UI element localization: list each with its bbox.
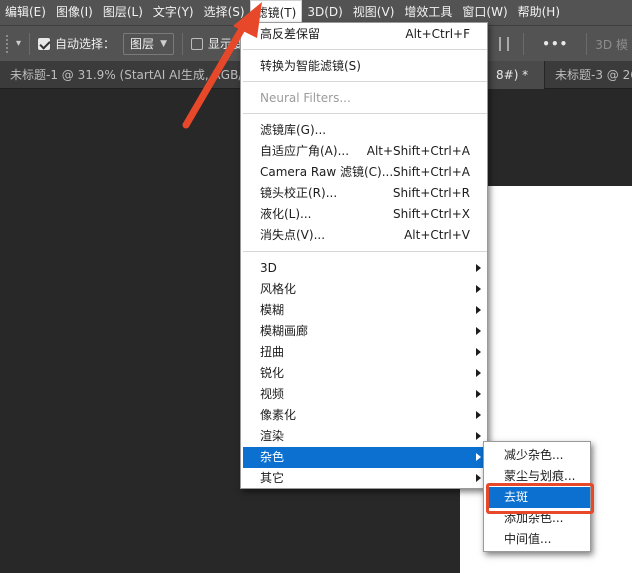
divider xyxy=(181,32,183,55)
menu-item-label: 高反差保留 xyxy=(260,27,321,41)
document-tab-1[interactable]: 未标题-1 @ 31.9% (StartAI AI生成, RGB/8#) xyxy=(0,61,250,89)
menu-item-shortcut: Shift+Ctrl+R xyxy=(392,186,470,200)
menu-item-liquify[interactable]: 液化(L)... Shift+Ctrl+X xyxy=(243,204,487,225)
document-tab-2[interactable]: 8#) * xyxy=(486,61,544,89)
document-tab-title: 未标题-1 @ 31.9% (StartAI AI生成, RGB/8#) xyxy=(10,68,250,82)
chevron-down-icon: ▼ xyxy=(160,38,167,49)
menu-item-label: 视频 xyxy=(260,387,285,401)
menu-item-filter-gallery[interactable]: 滤镜库(G)... xyxy=(243,120,487,141)
menu-item-label: 模糊 xyxy=(260,303,285,317)
submenu-item-median[interactable]: 中间值... xyxy=(486,529,590,550)
chevron-down-icon[interactable]: ▾ xyxy=(16,38,21,49)
menu-item-label: 其它 xyxy=(260,471,285,485)
menu-item-shortcut: Alt+Ctrl+V xyxy=(404,228,470,242)
menu-item-distort[interactable]: 扭曲 xyxy=(243,342,487,363)
menu-divider xyxy=(243,251,487,252)
menu-item-blur[interactable]: 模糊 xyxy=(243,300,487,321)
menu-item-vanishing-point[interactable]: 消失点(V)... Alt+Ctrl+V xyxy=(243,225,487,246)
menu-image[interactable]: 图像(I) xyxy=(51,0,98,25)
toolbar-grip[interactable] xyxy=(6,34,14,53)
menu-item-shortcut: Shift+Ctrl+A xyxy=(393,165,470,179)
menu-item-sharpen[interactable]: 锐化 xyxy=(243,363,487,384)
submenu-item-label: 减少杂色... xyxy=(504,448,564,462)
auto-select-label: 自动选择： xyxy=(55,37,116,51)
submenu-arrow-icon xyxy=(476,264,481,272)
menu-divider xyxy=(243,81,487,82)
menu-item-shortcut: Shift+Ctrl+X xyxy=(393,207,470,221)
menu-item-stylize[interactable]: 风格化 xyxy=(243,279,487,300)
menu-type[interactable]: 文字(Y) xyxy=(148,0,199,25)
menu-item-label: 液化(L)... xyxy=(260,207,312,221)
submenu-arrow-icon xyxy=(476,369,481,377)
submenu-item-reduce-noise[interactable]: 减少杂色... xyxy=(486,445,590,466)
menu-item-convert-smart-filters[interactable]: 转换为智能滤镜(S) xyxy=(243,56,487,77)
menu-item-label: 消失点(V)... xyxy=(260,228,326,242)
distribute-icon[interactable] xyxy=(499,37,510,51)
menu-item-label: 镜头校正(R)... xyxy=(260,186,338,200)
options-right-group: ••• 3D 模 xyxy=(493,26,632,62)
submenu-arrow-icon xyxy=(476,411,481,419)
annotation-highlight-box xyxy=(486,483,594,514)
auto-select-target-value: 图层 xyxy=(130,36,155,51)
menu-item-blur-gallery[interactable]: 模糊画廊 xyxy=(243,321,487,342)
filter-menu: 高反差保留 Alt+Ctrl+F 转换为智能滤镜(S) Neural Filte… xyxy=(240,22,488,489)
menu-item-label: 滤镜库(G)... xyxy=(260,123,327,137)
menu-item-video[interactable]: 视频 xyxy=(243,384,487,405)
divider xyxy=(586,33,588,55)
menu-item-other[interactable]: 其它 xyxy=(243,468,487,489)
menu-item-label: 自适应广角(A)... xyxy=(260,144,350,158)
menu-item-label: 渲染 xyxy=(260,429,285,443)
menu-layer[interactable]: 图层(L) xyxy=(98,0,148,25)
show-transform-checkbox[interactable] xyxy=(190,37,203,50)
submenu-arrow-icon xyxy=(476,348,481,356)
menu-divider xyxy=(243,49,487,50)
3d-mode-label: 3D 模 xyxy=(595,37,628,52)
submenu-arrow-icon xyxy=(476,390,481,398)
document-tab-3[interactable]: 未标题-3 @ 26 xyxy=(544,61,632,89)
menu-item-label: 模糊画廊 xyxy=(260,324,309,338)
menu-help[interactable]: 帮助(H) xyxy=(513,0,565,25)
menu-item-camera-raw[interactable]: Camera Raw 滤镜(C)... Shift+Ctrl+A xyxy=(243,162,487,183)
menu-item-label: 3D xyxy=(260,261,277,275)
menu-item-label: Camera Raw 滤镜(C)... xyxy=(260,165,394,179)
document-tab-title: 8#) * xyxy=(496,68,529,82)
menu-item-label: 杂色 xyxy=(260,450,285,464)
submenu-arrow-icon xyxy=(476,306,481,314)
menu-item-pixelate[interactable]: 像素化 xyxy=(243,405,487,426)
menu-item-adaptive-wide-angle[interactable]: 自适应广角(A)... Alt+Shift+Ctrl+A xyxy=(243,141,487,162)
menu-item-render[interactable]: 渲染 xyxy=(243,426,487,447)
menu-item-label: 锐化 xyxy=(260,366,285,380)
submenu-arrow-icon xyxy=(476,432,481,440)
menu-edit[interactable]: 编辑(E) xyxy=(0,0,51,25)
submenu-arrow-icon xyxy=(476,285,481,293)
menu-item-label: 扭曲 xyxy=(260,345,285,359)
auto-select-checkbox[interactable] xyxy=(38,37,51,50)
divider xyxy=(29,32,31,55)
menu-item-neural-filters: Neural Filters... xyxy=(243,88,487,109)
more-options-button[interactable]: ••• xyxy=(542,37,568,51)
submenu-item-label: 中间值... xyxy=(504,532,552,546)
menu-item-label: 风格化 xyxy=(260,282,297,296)
menu-item-lens-correction[interactable]: 镜头校正(R)... Shift+Ctrl+R xyxy=(243,183,487,204)
menu-item-shortcut: Alt+Shift+Ctrl+A xyxy=(366,144,470,158)
submenu-arrow-icon xyxy=(476,474,481,482)
menu-item-label: 像素化 xyxy=(260,408,297,422)
auto-select-target-dropdown[interactable]: 图层 ▼ xyxy=(123,32,174,55)
show-transform-label: 显示变 xyxy=(207,37,244,51)
submenu-arrow-icon xyxy=(476,327,481,335)
menu-item-shortcut: Alt+Ctrl+F xyxy=(405,27,470,41)
divider xyxy=(523,33,525,55)
submenu-arrow-icon xyxy=(476,453,481,461)
menu-divider xyxy=(243,113,487,114)
document-tab-title: 未标题-3 @ 26 xyxy=(555,68,632,82)
menu-item-high-pass[interactable]: 高反差保留 Alt+Ctrl+F xyxy=(243,24,487,45)
menu-item-label: 转换为智能滤镜(S) xyxy=(260,59,361,73)
menu-item-3d[interactable]: 3D xyxy=(243,258,487,279)
menu-item-label: Neural Filters... xyxy=(260,91,351,105)
menu-item-noise[interactable]: 杂色 xyxy=(243,447,487,468)
